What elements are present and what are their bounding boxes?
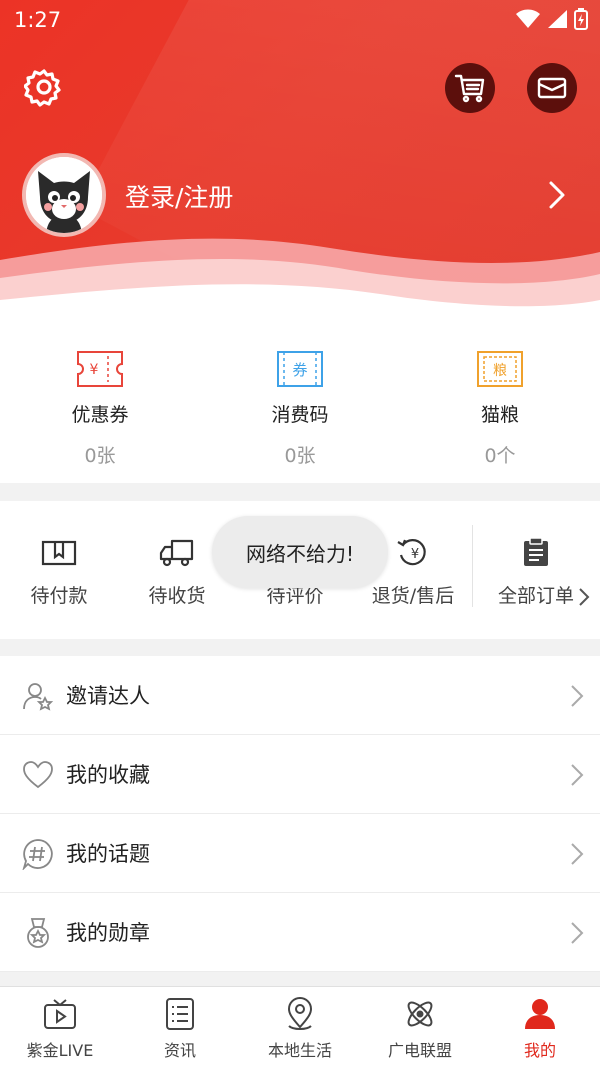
gear-icon[interactable] — [24, 67, 64, 107]
voucher-icon: 券 — [277, 351, 323, 387]
nav-label: 本地生活 — [267, 1041, 332, 1060]
nav-item-news[interactable]: 资讯 — [120, 987, 240, 1066]
svg-text:¥: ¥ — [411, 547, 419, 562]
svg-text:¥: ¥ — [90, 362, 99, 378]
menu-item-topics[interactable]: 我的话题 — [0, 814, 600, 893]
cart-button[interactable] — [445, 63, 495, 113]
header-wave — [0, 238, 600, 320]
asset-label: 优惠券 — [71, 404, 129, 426]
nav-label: 广电联盟 — [387, 1041, 452, 1060]
chevron-right-icon — [571, 922, 584, 944]
status-bar: 1:27 — [0, 0, 600, 42]
menu-label: 我的话题 — [66, 842, 150, 866]
cat-food-icon: 粮 — [477, 351, 523, 387]
nav-label: 紫金LIVE — [26, 1041, 94, 1060]
asset-summary: ¥ 优惠券 0张 券 消费码 0张 粮 猫粮 0个 — [0, 318, 600, 483]
truck-icon — [159, 539, 194, 567]
nav-item-mine[interactable]: 我的 — [480, 987, 600, 1066]
cat-avatar-icon — [26, 157, 102, 233]
chevron-right-icon — [579, 588, 590, 606]
wifi-icon — [516, 9, 540, 28]
menu-item-invite[interactable]: 邀请达人 — [0, 656, 600, 735]
order-pending-payment[interactable]: 待付款 — [0, 501, 118, 639]
chevron-right-icon — [571, 764, 584, 786]
battery-icon — [574, 8, 588, 30]
heart-icon — [23, 761, 53, 789]
asset-value: 0张 — [84, 445, 116, 467]
news-icon — [166, 998, 194, 1030]
asset-label: 消费码 — [271, 404, 329, 426]
signal-icon — [548, 10, 567, 28]
menu-label: 我的收藏 — [66, 763, 150, 787]
tv-icon — [44, 999, 76, 1029]
profile-header — [0, 0, 600, 320]
coupon-yuan-icon: ¥ — [77, 351, 123, 387]
status-time: 1:27 — [14, 8, 62, 32]
profile-menu: 邀请达人 我的收藏 我的话题 我的勋章 — [0, 656, 600, 972]
medal-icon — [27, 918, 49, 948]
menu-label: 邀请达人 — [66, 684, 150, 708]
chevron-right-icon[interactable] — [545, 180, 569, 210]
cart-icon — [454, 74, 485, 103]
order-label: 待收货 — [148, 585, 206, 607]
clipboard-icon — [524, 537, 548, 566]
order-label: 待付款 — [30, 585, 88, 607]
invite-user-icon — [23, 683, 54, 711]
asset-value: 0个 — [484, 445, 516, 467]
chevron-right-icon — [571, 685, 584, 707]
menu-item-medals[interactable]: 我的勋章 — [0, 893, 600, 972]
svg-text:粮: 粮 — [493, 363, 507, 379]
mail-icon — [537, 77, 567, 99]
user-icon — [525, 999, 555, 1029]
chevron-right-icon — [571, 843, 584, 865]
asset-label: 猫粮 — [480, 404, 519, 426]
menu-item-favorites[interactable]: 我的收藏 — [0, 735, 600, 814]
wallet-icon — [41, 540, 77, 566]
asset-coupon[interactable]: ¥ 优惠券 0张 — [0, 318, 200, 483]
bottom-nav: 紫金LIVE 资讯 本地生活 广电联盟 我的 — [0, 986, 600, 1066]
order-label: 退货/售后 — [371, 585, 455, 607]
avatar[interactable] — [22, 153, 106, 237]
message-button[interactable] — [527, 63, 577, 113]
location-icon — [287, 997, 313, 1030]
order-all[interactable]: 全部订单 — [472, 501, 600, 639]
menu-label: 我的勋章 — [66, 921, 150, 945]
divider — [472, 525, 473, 607]
asset-cat-food[interactable]: 粮 猫粮 0个 — [400, 318, 600, 483]
nav-label: 资讯 — [163, 1041, 196, 1060]
nav-item-live[interactable]: 紫金LIVE — [0, 987, 120, 1066]
hashtag-icon — [22, 839, 53, 870]
atom-icon — [407, 1001, 433, 1027]
svg-text:券: 券 — [292, 361, 307, 379]
refund-icon: ¥ — [397, 539, 426, 566]
asset-value: 0张 — [284, 445, 316, 467]
asset-voucher[interactable]: 券 消费码 0张 — [200, 318, 400, 483]
network-error-toast: 网络不给力! — [212, 516, 388, 588]
nav-label: 我的 — [523, 1041, 556, 1060]
login-register-link[interactable]: 登录/注册 — [125, 178, 233, 214]
nav-item-alliance[interactable]: 广电联盟 — [360, 987, 480, 1066]
nav-item-local[interactable]: 本地生活 — [240, 987, 360, 1066]
